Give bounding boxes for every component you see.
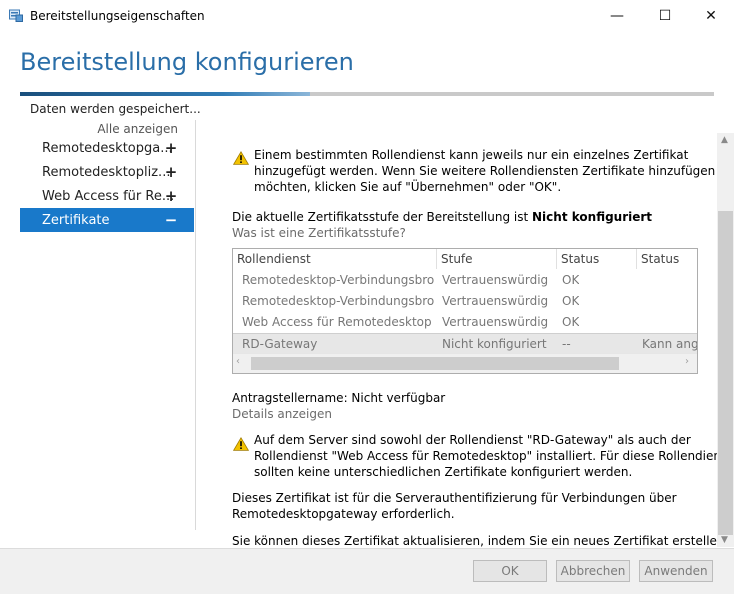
warning-text-line: möchten, klicken Sie auf "Übernehmen" od… — [254, 180, 562, 194]
nav-item-label: Remotedesktopliz... — [42, 164, 171, 180]
table-row[interactable]: Web Access für Remotedesktop Vertrauensw… — [233, 312, 697, 333]
warning-text-line: Einem bestimmten Rollendienst kann jewei… — [254, 148, 689, 162]
horizontal-scroll-thumb[interactable] — [251, 357, 619, 370]
cert-level-help-link[interactable]: Was ist eine Zertifikatsstufe? — [232, 226, 406, 240]
cell-stufe: Vertrauenswürdig — [442, 294, 549, 308]
nav-item-remotedesktoplizenzierung[interactable]: Remotedesktopliz... + — [20, 160, 194, 184]
nav-item-web-access[interactable]: Web Access für Re... + — [20, 184, 194, 208]
scroll-down-icon[interactable]: ▼ — [721, 535, 728, 545]
warning-text-line: Auf dem Server sind sowohl der Rollendie… — [254, 433, 691, 447]
header-divider-accent — [20, 92, 310, 96]
cell-stufe: Nicht konfiguriert — [442, 337, 547, 351]
window-title: Bereitstellungseigenschaften — [30, 9, 205, 23]
nav-item-label: Zertifikate — [42, 212, 110, 228]
maximize-button[interactable]: ☐ — [642, 0, 688, 32]
cert-level-prefix: Die aktuelle Zertifikatsstufe der Bereit… — [232, 210, 533, 224]
cell-status-2: Kann angeben — [642, 337, 697, 351]
warning-text-line: Rollendienst "Web Access für Remotedeskt… — [254, 449, 734, 463]
minimize-icon: — — [610, 8, 624, 24]
nav-item-remotedesktopgateway[interactable]: Remotedesktopga... + — [20, 136, 194, 160]
expand-icon: + — [164, 187, 178, 205]
cell-rollendienst: RD-Gateway — [242, 337, 318, 351]
expand-icon: + — [164, 163, 178, 181]
vertical-scroll-thumb[interactable] — [718, 211, 733, 535]
content-vertical-scrollbar[interactable]: ▲ ▼ — [717, 133, 734, 547]
table-row[interactable]: Remotedesktop-Verbindungsbroker Vertraue… — [233, 270, 697, 291]
cancel-button[interactable]: Abbrechen — [556, 560, 630, 582]
cell-rollendienst: Web Access für Remotedesktop — [242, 315, 432, 329]
cert-level-value: Nicht konfiguriert — [532, 210, 653, 224]
ok-button[interactable]: OK — [473, 560, 547, 582]
nav-item-label: Web Access für Re... — [42, 188, 175, 204]
column-header-stufe[interactable]: Stufe — [437, 249, 557, 269]
warning-icon — [233, 151, 249, 165]
scroll-up-icon[interactable]: ▲ — [721, 135, 728, 145]
cell-stufe: Vertrauenswürdig — [442, 315, 549, 329]
cell-stufe: Vertrauenswürdig — [442, 273, 549, 287]
close-icon: ✕ — [705, 8, 717, 24]
collapse-icon: − — [164, 211, 178, 229]
column-header-status-2[interactable]: Status — [637, 249, 697, 269]
info-text-line: Dieses Zertifikat ist für die Serverauth… — [232, 491, 677, 505]
warning-icon — [233, 437, 249, 451]
nav-status-heading: Daten werden gespeichert... — [30, 102, 201, 116]
maximize-icon: ☐ — [658, 8, 672, 24]
expand-icon: + — [164, 139, 178, 157]
cert-level-text: Die aktuelle Zertifikatsstufe der Bereit… — [232, 210, 652, 224]
apply-button[interactable]: Anwenden — [639, 560, 713, 582]
table-row[interactable]: Remotedesktop-Verbindungsbroker Vertraue… — [233, 291, 697, 312]
cell-status: -- — [562, 337, 571, 351]
column-header-rollendienst[interactable]: Rollendienst — [233, 249, 437, 269]
cell-rollendienst: Remotedesktop-Verbindungsbroker — [242, 273, 434, 287]
details-link[interactable]: Details anzeigen — [232, 407, 332, 421]
show-all-link[interactable]: Alle anzeigen — [97, 122, 178, 136]
table-horizontal-scrollbar[interactable]: ‹ › — [233, 353, 697, 373]
requester-name-text: Antragstellername: Nicht verfügbar — [232, 391, 446, 405]
nav-item-label: Remotedesktopga... — [42, 140, 173, 156]
info-text-line: Remotedesktopgateway erforderlich. — [232, 507, 455, 521]
close-button[interactable]: ✕ — [688, 0, 734, 32]
window-app-icon — [9, 9, 23, 22]
scroll-left-icon[interactable]: ‹ — [236, 356, 240, 367]
nav-divider — [195, 120, 196, 530]
cell-status: OK — [562, 273, 580, 287]
cell-rollendienst: Remotedesktop-Verbindungsbroker — [242, 294, 434, 308]
column-header-status[interactable]: Status — [557, 249, 637, 269]
scroll-right-icon[interactable]: › — [685, 356, 689, 367]
page-title: Bereitstellung konfigurieren — [20, 48, 354, 76]
warning-text-line: hinzugefügt werden. Wenn Sie weitere Rol… — [254, 164, 716, 178]
warning-text-line: sollten keine unterschiedlichen Zertifik… — [254, 465, 633, 479]
cell-status: OK — [562, 294, 580, 308]
minimize-button[interactable]: — — [594, 0, 640, 32]
cell-status: OK — [562, 315, 580, 329]
update-text: Sie können dieses Zertifikat aktualisier… — [232, 534, 734, 548]
nav-item-zertifikate[interactable]: Zertifikate − — [20, 208, 194, 232]
role-services-table[interactable]: Rollendienst Stufe Status Status Remoted… — [232, 248, 698, 374]
